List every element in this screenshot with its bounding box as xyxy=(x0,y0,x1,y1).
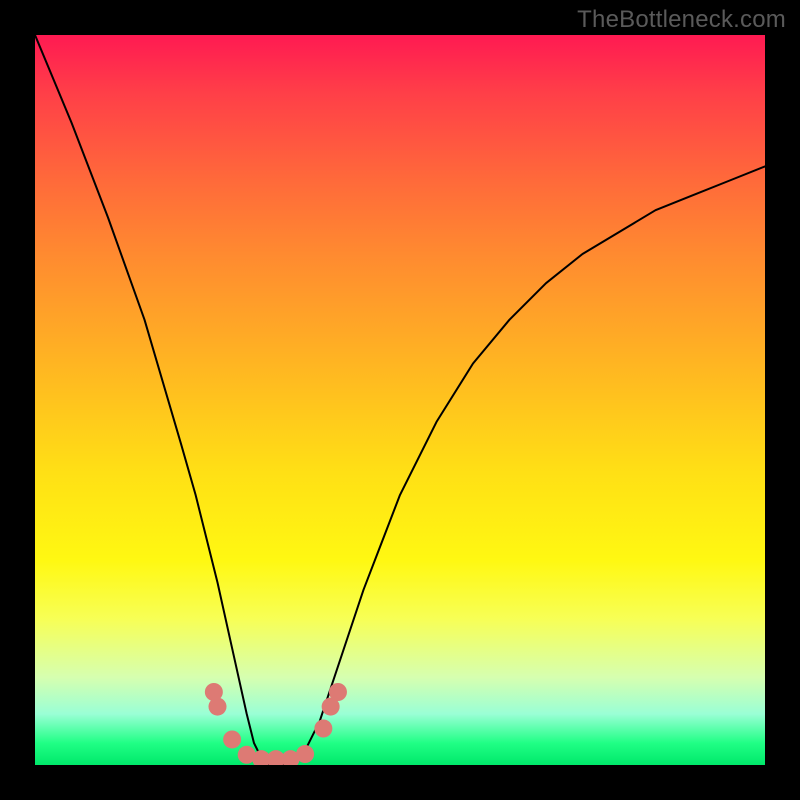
chart-svg xyxy=(35,35,765,765)
chart-plot-area xyxy=(35,35,765,765)
curve-line xyxy=(35,35,765,765)
watermark-text: TheBottleneck.com xyxy=(577,6,786,34)
chart-frame: TheBottleneck.com xyxy=(0,0,800,800)
curve-markers xyxy=(205,683,347,765)
